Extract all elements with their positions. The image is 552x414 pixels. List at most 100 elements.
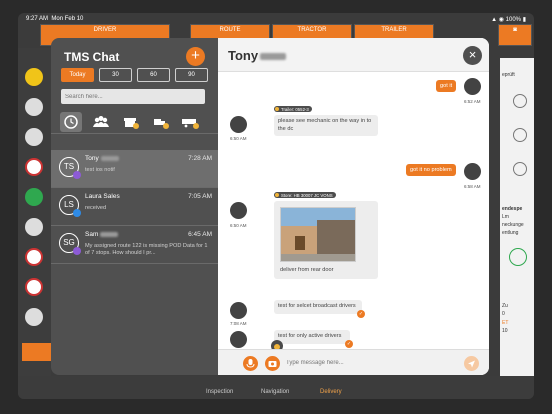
incoming-message: deliver from rear door [274,201,378,279]
tab-inspection[interactable]: Inspection [206,389,233,395]
chat-sidebar: TMS Chat + Today 30 60 90 Search here...… [51,38,218,375]
range-60-button[interactable]: 60 [137,68,170,82]
right-panel-text: eprüft [502,72,515,78]
store-icon[interactable] [119,112,141,132]
message-tag: Store: HB 30007 JC VONS [274,192,336,198]
conversation-item[interactable]: SG Sam 6:45 AM My assigned route 122 is … [51,226,218,264]
avatar [464,163,481,180]
background-bottom-bar: Inspection Navigation Delivery [18,376,534,399]
conversation-item[interactable]: TS Tony 7:28 AM test ios notif [51,150,218,188]
avatar [230,202,247,219]
clock-icon[interactable] [60,112,82,132]
chat-header: Tony × [218,38,489,72]
background-left-panel [18,48,51,378]
app-icon [25,128,43,146]
outgoing-message: got it [436,80,457,92]
conversation-name: Laura Sales [85,193,120,200]
app-icon [25,158,43,176]
tab-navigation[interactable]: Navigation [261,389,289,395]
radio-option[interactable] [513,128,527,142]
thumbs-up-icon[interactable]: ✓ [345,340,353,348]
message-time: 6:52 AM [464,99,481,104]
avatar [230,116,247,133]
thumbs-up-icon[interactable]: ✓ [357,310,365,318]
truck-icon[interactable] [149,112,171,132]
conversation-time: 6:45 AM [188,231,212,238]
search-input[interactable] [61,89,205,104]
avatar: TS [59,157,81,179]
conversation-preview: received [85,205,107,211]
avatar [464,78,481,95]
send-button[interactable] [464,356,479,371]
conversation-time: 7:05 AM [188,193,212,200]
close-icon: × [468,47,477,62]
background-orange-bar [22,343,54,361]
date-range-selector: Today 30 60 90 [61,68,209,82]
app-icon [25,68,43,86]
chat-panel: Tony × got it 6:52 AM Trailer: 0552-3 pl… [218,38,489,375]
filter-row [51,110,218,134]
send-icon [468,360,475,368]
radio-option[interactable] [513,162,527,176]
conversation-time: 7:28 AM [188,155,212,162]
right-panel-text: Lm [502,214,509,220]
range-30-button[interactable]: 30 [99,68,132,82]
app-icon [25,278,43,296]
avatar: SG [59,233,81,255]
right-panel-text: 10 [502,328,508,334]
right-panel-text: ET [502,320,509,326]
close-button[interactable]: × [463,46,482,65]
conversation-name: Sam [85,231,119,238]
app-icon [25,218,43,236]
message-input[interactable] [286,357,466,369]
incoming-message: test for only active drivers [274,330,350,344]
screen: 9:27 AM Mon Feb 10 ▲ ◉ 100% ▮ DRIVER ROU… [18,13,534,399]
incoming-message: test for selcet broadcast drivers [274,300,362,314]
tab-delivery[interactable]: Delivery [320,389,342,395]
message-tag: Trailer: 0552-3 [274,106,312,112]
message-time: 6:50 AM [230,223,247,228]
conversation-preview: My assigned route 122 is missing POD Dat… [85,243,208,256]
device-frame: 9:27 AM Mon Feb 10 ▲ ◉ 100% ▮ DRIVER ROU… [0,0,552,414]
status-badge [73,247,81,255]
range-today-button[interactable]: Today [61,68,94,82]
attached-photo[interactable] [280,207,356,262]
app-icon [25,308,43,326]
app-icon [25,248,43,266]
right-panel-text: Zu [502,303,508,309]
microphone-button[interactable] [243,356,258,371]
people-icon[interactable] [90,112,112,132]
incoming-message: please see mechanic on the way in to the… [274,115,378,136]
background-right-panel: eprüft endespe Lm neckunge entlung Zu 0 … [500,58,534,378]
message-input-bar [218,349,489,375]
conversation-preview: test ios notif [85,167,115,173]
chat-title: TMS Chat [64,50,120,64]
status-badge [73,171,81,179]
radio-option[interactable] [513,94,527,108]
avatar [230,331,247,348]
message-caption: deliver from rear door [280,267,334,273]
chat-contact-name: Tony [228,48,287,63]
camera-icon [268,361,277,367]
trash-icon[interactable] [509,248,527,266]
status-time: 9:27 AM Mon Feb 10 [26,16,84,22]
avatar [230,302,247,319]
battery-indicator: ▲ ◉ 100% ▮ [491,17,526,23]
conversation-name: Tony [85,155,119,162]
right-panel-text: 0 [502,311,505,317]
range-90-button[interactable]: 90 [175,68,208,82]
message-time: 6:50 AM [230,136,247,141]
microphone-icon [246,359,255,368]
right-panel-text: endespe [502,206,523,212]
camera-button[interactable] [265,356,280,371]
status-badge [73,209,81,217]
message-time: 7:08 AM [230,321,247,326]
app-icon [25,98,43,116]
trailer-icon[interactable] [179,112,201,132]
camera-icon[interactable]: ◙ [498,24,532,46]
plus-icon: + [191,47,200,64]
conversation-item[interactable]: LS Laura Sales 7:05 AM received [51,188,218,226]
right-panel-text: neckunge [502,222,524,228]
outgoing-message: got it no problem [406,164,456,176]
new-chat-button[interactable]: + [186,47,205,66]
